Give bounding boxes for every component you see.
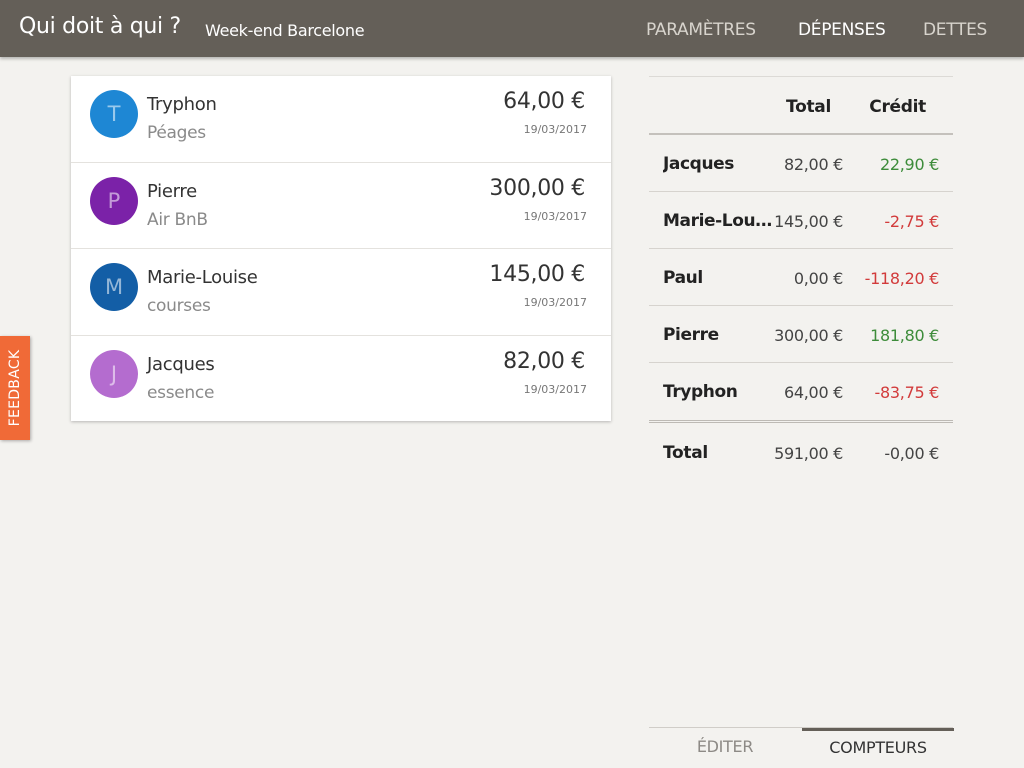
- expense-amount: 64,00 €: [503, 89, 585, 114]
- balance-row: Paul 0,00 € -118,20 €: [649, 249, 953, 306]
- participant-credit: -83,75 €: [874, 383, 940, 402]
- expense-list: T Tryphon Péages 64,00 € 19/03/2017 P Pi…: [71, 76, 611, 421]
- tab-depenses[interactable]: Dépenses: [798, 20, 886, 40]
- participant-total: 82,00 €: [784, 155, 843, 174]
- expense-date: 19/03/2017: [523, 123, 587, 136]
- footer-total: 591,00 €: [774, 444, 843, 463]
- tab-compteurs[interactable]: Compteurs: [802, 728, 954, 768]
- footer-credit: -0,00 €: [884, 444, 939, 463]
- expense-date: 19/03/2017: [523, 296, 587, 309]
- tab-parametres[interactable]: Paramètres: [646, 20, 756, 40]
- balance-footer: Total 591,00 € -0,00 €: [649, 423, 953, 483]
- participant-total: 145,00 €: [774, 212, 843, 231]
- expense-item[interactable]: M Marie-Louise courses 145,00 € 19/03/20…: [71, 249, 611, 336]
- column-header-credit: Crédit: [869, 97, 926, 117]
- balance-header: Total Crédit: [649, 76, 953, 135]
- feedback-label: FEEDBACK: [7, 349, 23, 427]
- bottom-tab-bar: Éditer Compteurs: [649, 727, 954, 768]
- expense-amount: 145,00 €: [489, 262, 585, 287]
- avatar: J: [90, 349, 138, 398]
- participant-name: Jacques: [663, 154, 734, 174]
- top-app-bar: Qui doit à qui ? Week-end Barcelone Para…: [0, 0, 1024, 57]
- balance-row: Tryphon 64,00 € -83,75 €: [649, 363, 953, 423]
- expense-amount: 300,00 €: [489, 175, 585, 201]
- participant-credit: 181,80 €: [870, 326, 939, 345]
- participant-credit: 22,90 €: [880, 155, 939, 174]
- balance-row: Jacques 82,00 € 22,90 €: [649, 135, 953, 192]
- participant-total: 0,00 €: [793, 269, 843, 288]
- expense-payer: Jacques: [147, 353, 215, 375]
- column-header-total: Total: [786, 97, 831, 117]
- avatar: P: [90, 176, 138, 225]
- expense-amount: 82,00 €: [503, 348, 585, 374]
- participant-credit: -2,75 €: [884, 212, 939, 231]
- expense-payer: Tryphon: [147, 94, 217, 115]
- project-name: Week-end Barcelone: [205, 21, 365, 40]
- participant-name: Paul: [663, 268, 703, 288]
- balance-table: Total Crédit Jacques 82,00 € 22,90 € Mar…: [649, 76, 953, 483]
- expense-date: 19/03/2017: [523, 382, 587, 396]
- footer-label: Total: [663, 443, 708, 463]
- participant-credit: -118,20 €: [864, 269, 940, 288]
- tab-dettes[interactable]: Dettes: [923, 20, 987, 40]
- participant-total: 300,00 €: [774, 326, 843, 345]
- app-title[interactable]: Qui doit à qui ?: [19, 14, 181, 39]
- balance-row: Pierre 300,00 € 181,80 €: [649, 306, 953, 363]
- expense-description: Air BnB: [147, 209, 208, 230]
- avatar: M: [90, 263, 138, 311]
- expense-date: 19/03/2017: [523, 209, 587, 223]
- expense-payer: Pierre: [147, 180, 197, 202]
- avatar: T: [90, 90, 138, 138]
- participant-name: Tryphon: [663, 382, 738, 402]
- expense-payer: Marie-Louise: [147, 267, 258, 288]
- expense-description: Péages: [147, 123, 206, 143]
- expense-description: essence: [147, 382, 215, 403]
- expense-item[interactable]: P Pierre Air BnB 300,00 € 19/03/2017: [71, 163, 611, 249]
- feedback-button[interactable]: FEEDBACK: [0, 336, 30, 440]
- participant-name: Marie-Louise: [663, 211, 775, 231]
- tab-editer[interactable]: Éditer: [649, 728, 801, 768]
- expense-description: courses: [147, 296, 211, 316]
- participant-name: Pierre: [663, 325, 719, 345]
- expense-item[interactable]: J Jacques essence 82,00 € 19/03/2017: [71, 336, 611, 423]
- balance-row: Marie-Louise 145,00 € -2,75 €: [649, 192, 953, 249]
- expense-item[interactable]: T Tryphon Péages 64,00 € 19/03/2017: [71, 76, 611, 163]
- participant-total: 64,00 €: [784, 383, 843, 402]
